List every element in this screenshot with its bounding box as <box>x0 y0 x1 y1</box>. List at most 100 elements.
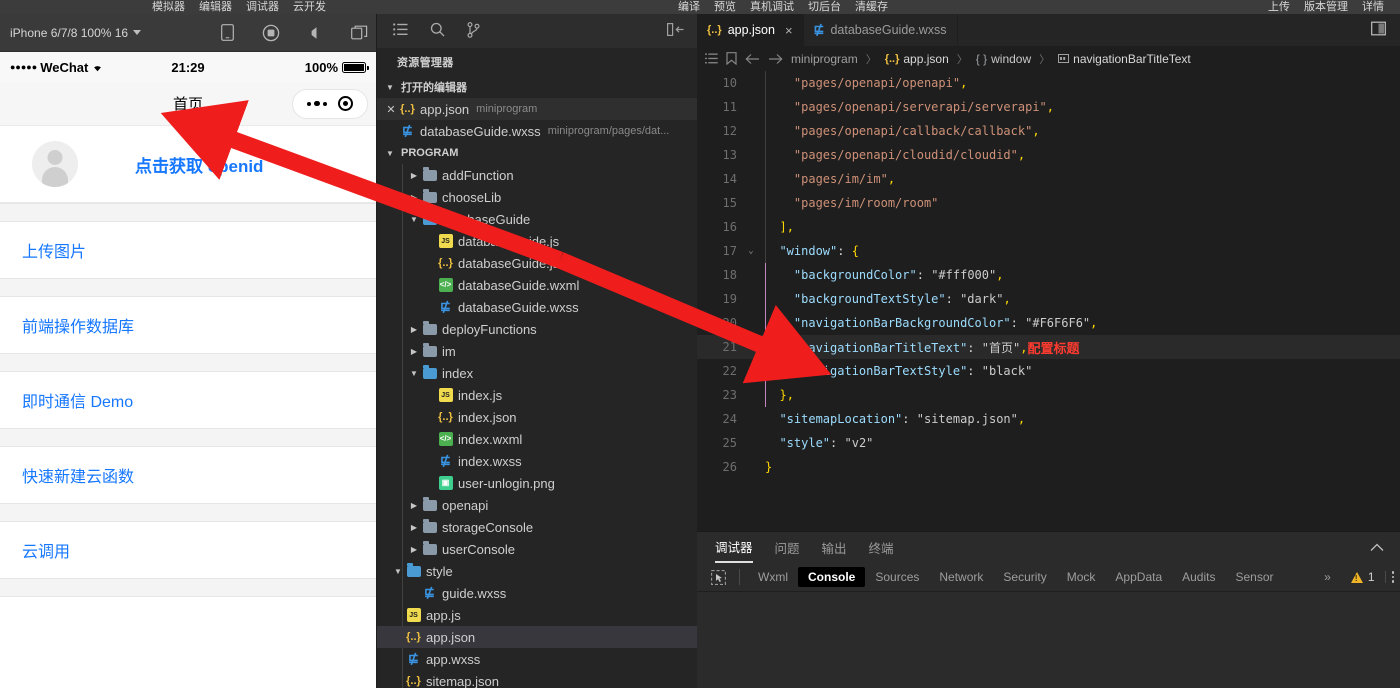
chevron-right-icon[interactable]: ▶ <box>407 523 421 532</box>
menu-item-background[interactable]: 切后台 <box>808 0 841 14</box>
phone-rotate-icon[interactable] <box>218 24 236 42</box>
record-icon[interactable] <box>262 24 280 42</box>
menu-item-upload[interactable]: 上传 <box>1268 0 1290 14</box>
code-line-26[interactable]: 26} <box>697 455 1400 479</box>
multi-window-icon[interactable] <box>350 24 368 42</box>
warning-indicator[interactable]: 1 <box>1350 570 1375 584</box>
list-item-upload-image[interactable]: 上传图片 <box>0 222 376 278</box>
chevron-down-icon[interactable]: ▼ <box>407 215 421 224</box>
code-line-22[interactable]: 22 "navigationBarTextStyle": "black" <box>697 359 1400 383</box>
breadcrumb-seg-app-json[interactable]: {..} app.json <box>885 52 949 66</box>
tree-folder-deployfunctions[interactable]: ▶ deployFunctions <box>377 318 697 340</box>
menu-item-preview[interactable]: 预览 <box>714 0 736 14</box>
tab-app-json[interactable]: {..} app.json × <box>697 14 804 46</box>
tree-folder-style[interactable]: ▼ style <box>377 560 697 582</box>
code-line-13[interactable]: 13 "pages/openapi/cloudid/cloudid", <box>697 143 1400 167</box>
code-line-12[interactable]: 12 "pages/openapi/callback/callback", <box>697 119 1400 143</box>
chevron-right-icon[interactable]: ▶ <box>407 325 421 334</box>
get-openid-link[interactable]: 点击获取 openid <box>135 152 263 177</box>
devtools-tab-console[interactable]: Console <box>798 567 866 587</box>
menu-item-editor[interactable]: 编辑器 <box>199 0 232 14</box>
source-control-icon[interactable] <box>467 21 480 41</box>
menu-item-clear-cache[interactable]: 清缓存 <box>855 0 888 14</box>
more-options-icon[interactable] <box>1384 571 1394 583</box>
tree-file-index-wxss[interactable]: ⋢ index.wxss <box>377 450 697 472</box>
more-tabs-button[interactable]: » <box>1314 567 1341 587</box>
devtools-tab-sensor[interactable]: Sensor <box>1225 567 1283 587</box>
tree-file-index-wxml[interactable]: </> index.wxml <box>377 428 697 450</box>
tree-file-index-js[interactable]: JS index.js <box>377 384 697 406</box>
tree-folder-im[interactable]: ▶ im <box>377 340 697 362</box>
debugger-tab-输出[interactable]: 输出 <box>822 532 847 563</box>
chevron-right-icon[interactable]: ▶ <box>407 347 421 356</box>
collapse-panel-icon[interactable] <box>667 23 685 39</box>
tree-file-databaseguide-wxml[interactable]: </> databaseGuide.wxml <box>377 274 697 296</box>
fold-chevron-icon[interactable]: ⌄ <box>743 246 759 256</box>
tree-folder-userconsole[interactable]: ▶ userConsole <box>377 538 697 560</box>
menu-item-simulator[interactable]: 模拟器 <box>152 0 185 14</box>
code-line-17[interactable]: 17 ⌄ "window": { <box>697 239 1400 263</box>
tree-file-app-js[interactable]: JS app.js <box>377 604 697 626</box>
code-line-14[interactable]: 14 "pages/im/im", <box>697 167 1400 191</box>
menu-item-real-device-debug[interactable]: 真机调试 <box>750 0 794 14</box>
breadcrumb-seg-navbartitletext[interactable]: navigationBarTitleText <box>1058 52 1191 66</box>
code-line-11[interactable]: 11 "pages/openapi/serverapi/serverapi", <box>697 95 1400 119</box>
forward-arrow-icon[interactable] <box>768 53 783 65</box>
list-item-im-demo[interactable]: 即时通信 Demo <box>0 372 376 428</box>
breadcrumb-seg-miniprogram[interactable]: miniprogram <box>791 52 858 66</box>
chevron-right-icon[interactable]: ▶ <box>407 501 421 510</box>
device-selector[interactable]: iPhone 6/7/8 100% 16 <box>10 26 142 40</box>
tab-databaseguide-wxss[interactable]: ⋢ databaseGuide.wxss <box>804 14 958 46</box>
devtools-tab-mock[interactable]: Mock <box>1057 567 1106 587</box>
capsule-button[interactable] <box>292 88 368 119</box>
code-line-20[interactable]: 20 "navigationBarBackgroundColor": "#F6F… <box>697 311 1400 335</box>
code-line-23[interactable]: 23 }, <box>697 383 1400 407</box>
list-item-frontend-database[interactable]: 前端操作数据库 <box>0 297 376 353</box>
chevron-right-icon[interactable]: ▶ <box>407 545 421 554</box>
open-editor-databaseguide-wxss[interactable]: ⋢ databaseGuide.wxss miniprogram/pages/d… <box>377 120 697 142</box>
console-output-area[interactable] <box>697 592 1400 688</box>
inspect-element-icon[interactable] <box>705 569 731 585</box>
close-icon[interactable]: × <box>785 23 793 38</box>
profile-row[interactable]: 点击获取 openid <box>0 126 376 203</box>
chevron-down-icon[interactable]: ▼ <box>391 567 405 576</box>
code-line-19[interactable]: 19 "backgroundTextStyle": "dark", <box>697 287 1400 311</box>
tree-file-guide-wxss[interactable]: ⋢ guide.wxss <box>377 582 697 604</box>
list-item-new-cloud-function[interactable]: 快速新建云函数 <box>0 447 376 503</box>
debugger-tab-调试器[interactable]: 调试器 <box>715 532 753 563</box>
devtools-tab-security[interactable]: Security <box>993 567 1056 587</box>
code-line-18[interactable]: 18 "backgroundColor": "#fff000", <box>697 263 1400 287</box>
close-target-icon[interactable] <box>337 96 353 111</box>
code-line-21[interactable]: 21 "navigationBarTitleText": "首页", 配置标题 <box>697 335 1400 359</box>
tree-file-app-wxss[interactable]: ⋢ app.wxss <box>377 648 697 670</box>
code-area[interactable]: 10 "pages/openapi/openapi", 11 "pages/ope… <box>697 71 1400 545</box>
menu-item-details[interactable]: 详情 <box>1362 0 1384 14</box>
back-arrow-icon[interactable] <box>745 53 760 65</box>
code-line-16[interactable]: 16 ], <box>697 215 1400 239</box>
tree-file-databaseguide-json[interactable]: {..} databaseGuide.json <box>377 252 697 274</box>
close-icon[interactable]: ✕ <box>383 103 399 116</box>
tree-folder-addfunction[interactable]: ▶ addFunction <box>377 164 697 186</box>
section-program[interactable]: ▼ PROGRAM <box>377 142 697 164</box>
bookmark-icon[interactable] <box>726 52 737 65</box>
debugger-tab-终端[interactable]: 终端 <box>869 532 894 563</box>
code-line-24[interactable]: 24 "sitemapLocation": "sitemap.json", <box>697 407 1400 431</box>
tree-folder-chooselib[interactable]: ▶ chooseLib <box>377 186 697 208</box>
outline-icon[interactable] <box>705 53 718 64</box>
tree-folder-storageconsole[interactable]: ▶ storageConsole <box>377 516 697 538</box>
chevron-down-icon[interactable]: ▼ <box>407 369 421 378</box>
chevron-right-icon[interactable]: ▶ <box>407 193 421 202</box>
open-editor-app-json[interactable]: ✕ {..} app.json miniprogram <box>377 98 697 120</box>
code-line-10[interactable]: 10 "pages/openapi/openapi", <box>697 71 1400 95</box>
chevron-right-icon[interactable]: ▶ <box>407 171 421 180</box>
debugger-tab-问题[interactable]: 问题 <box>775 532 800 563</box>
tree-folder-databaseguide[interactable]: ▼ databaseGuide <box>377 208 697 230</box>
chevron-up-icon[interactable] <box>1370 541 1384 555</box>
list-icon[interactable] <box>393 23 408 39</box>
devtools-tab-network[interactable]: Network <box>929 567 993 587</box>
devtools-tab-wxml[interactable]: Wxml <box>748 567 798 587</box>
tree-file-app-json[interactable]: {..} app.json <box>377 626 697 648</box>
tree-file-databaseguide-wxss[interactable]: ⋢ databaseGuide.wxss <box>377 296 697 318</box>
devtools-tab-sources[interactable]: Sources <box>865 567 929 587</box>
tree-file-databaseguide-js[interactable]: JS databaseGuide.js <box>377 230 697 252</box>
